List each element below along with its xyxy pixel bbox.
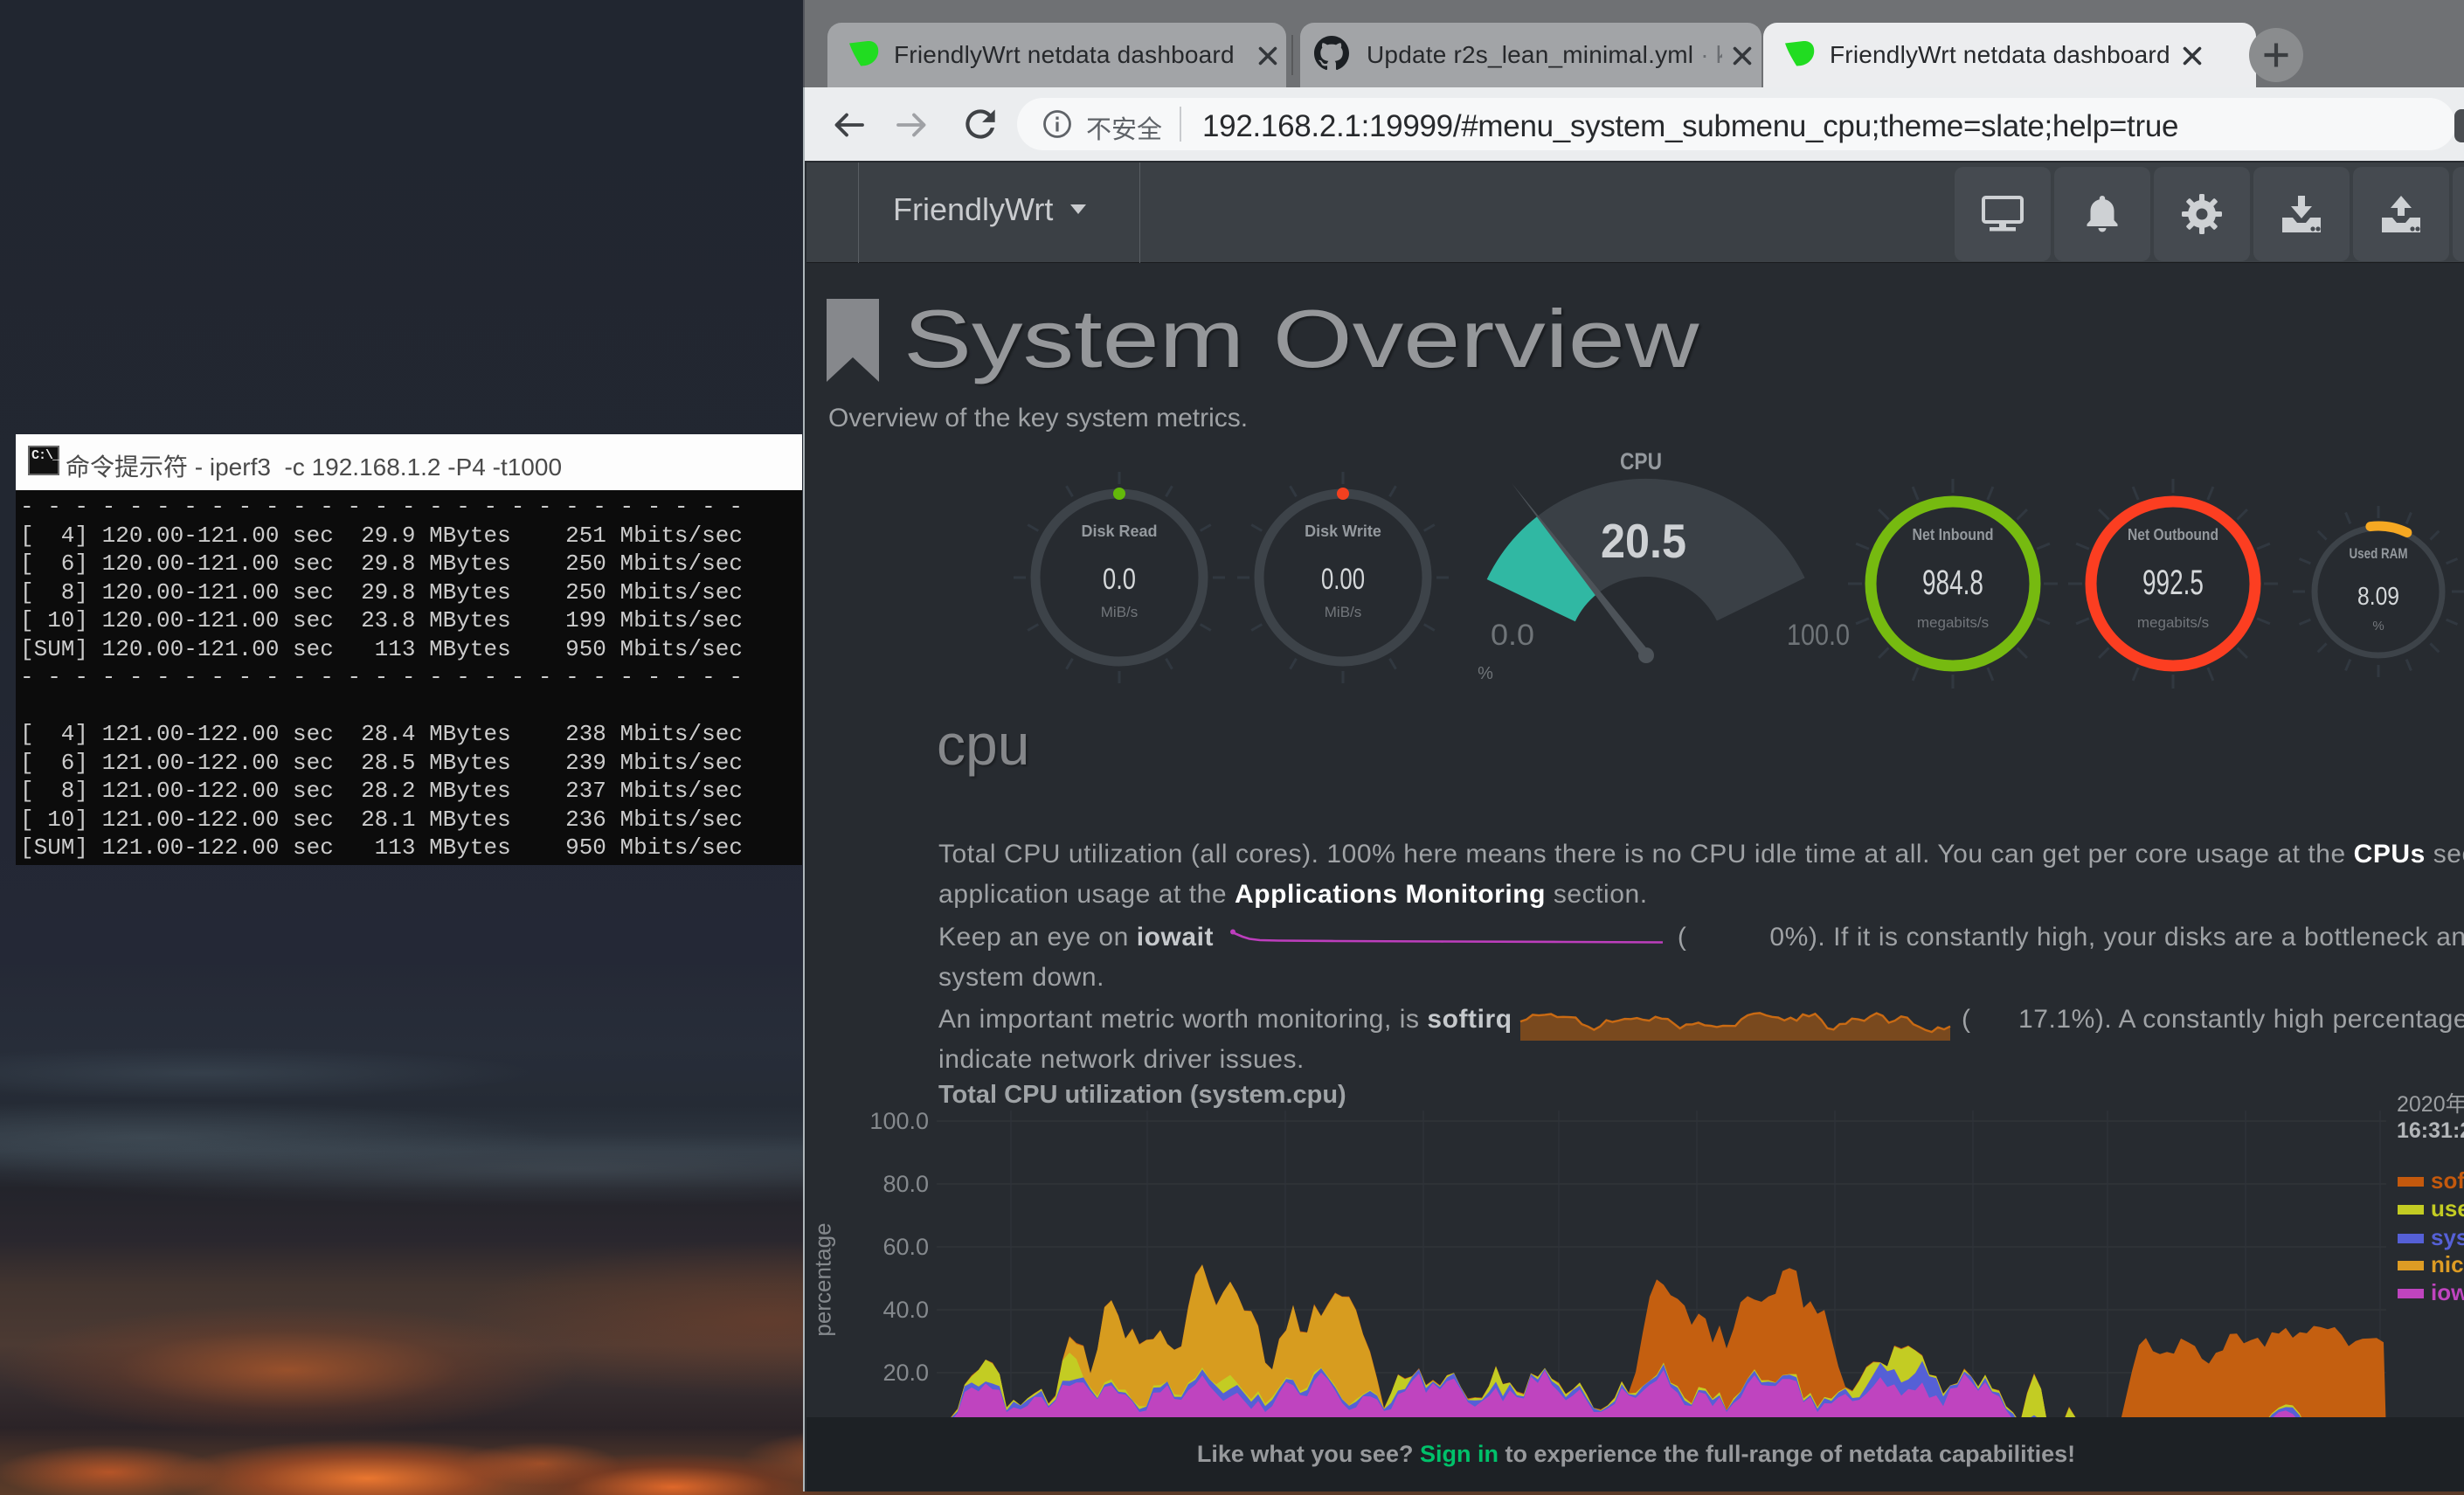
svg-text:Disk Read: Disk Read (1081, 523, 1157, 540)
svg-text:megabits/s: megabits/s (1917, 614, 1989, 631)
svg-text:0.00: 0.00 (1321, 563, 1365, 596)
svg-text:megabits/s: megabits/s (2137, 614, 2209, 631)
svg-text:MiB/s: MiB/s (1325, 604, 1362, 620)
svg-text:Net Inbound: Net Inbound (1913, 526, 1994, 543)
svg-text:%: % (2372, 619, 2384, 633)
svg-text:Net Outbound: Net Outbound (2128, 526, 2218, 543)
svg-text:992.5: 992.5 (2142, 564, 2204, 602)
svg-text:CPU: CPU (1620, 448, 1662, 474)
svg-text:0.0: 0.0 (1103, 563, 1136, 596)
svg-text:MiB/s: MiB/s (1101, 604, 1139, 620)
svg-text:984.8: 984.8 (1922, 564, 1983, 602)
svg-text:8.09: 8.09 (2357, 583, 2399, 611)
svg-text:Used RAM: Used RAM (2350, 545, 2408, 562)
svg-text:0.0: 0.0 (1491, 619, 1534, 652)
svg-text:%: % (1478, 664, 1493, 683)
svg-text:100.0: 100.0 (1787, 619, 1850, 652)
svg-text:20.5: 20.5 (1601, 514, 1686, 568)
svg-text:Disk Write: Disk Write (1305, 523, 1381, 540)
